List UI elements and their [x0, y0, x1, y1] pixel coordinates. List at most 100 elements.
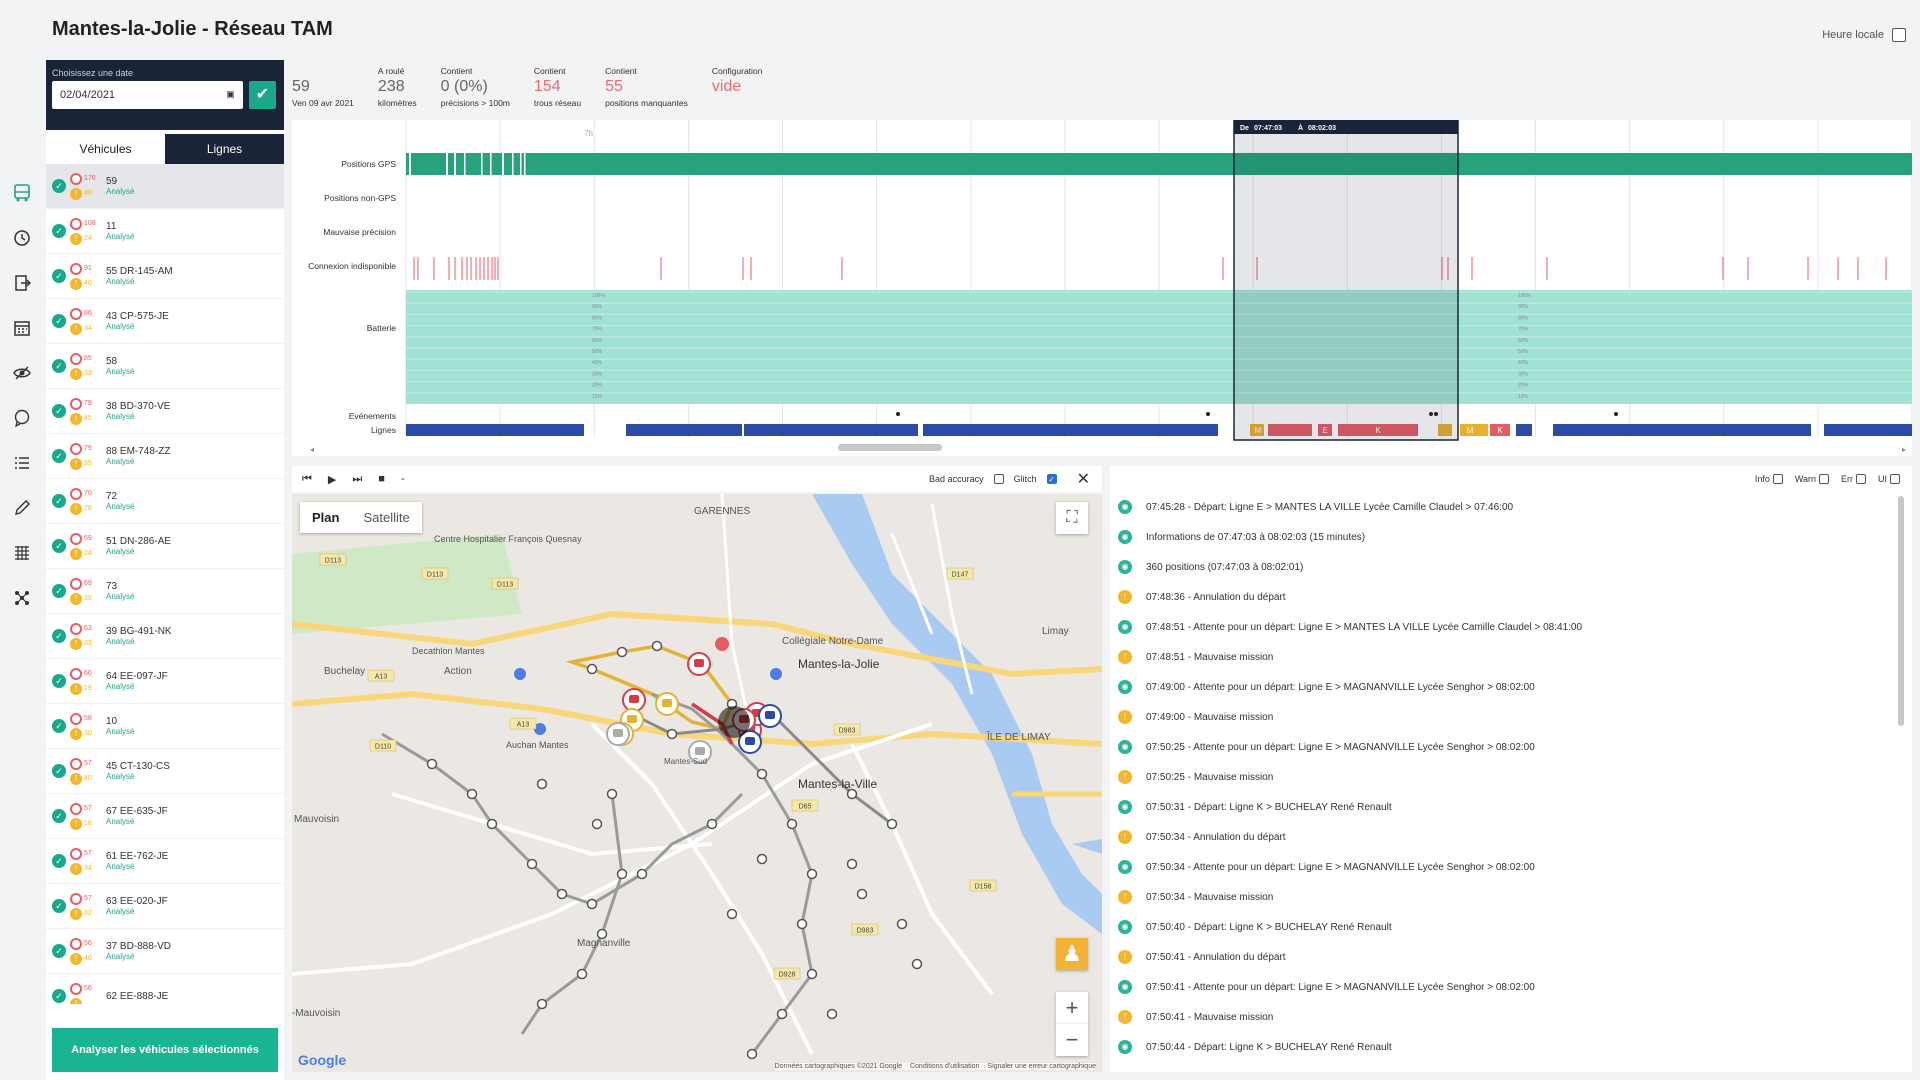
vehicle-item[interactable]: ✓ 56! 40 37 BD-888-VD Analysé [46, 929, 284, 974]
log-entry[interactable]: ! 07:50:41 - Annulation du départ [1110, 942, 1912, 972]
stop-marker[interactable] [896, 918, 908, 930]
log-entry[interactable]: ◉ 07:50:41 - Attente pour un départ: Lign… [1110, 972, 1912, 1002]
map-terms-link[interactable]: Conditions d'utilisation [910, 1063, 979, 1070]
bus-marker[interactable] [758, 704, 782, 728]
stop-marker[interactable] [806, 968, 818, 980]
bus-marker[interactable] [622, 688, 646, 712]
selected-vehicle-marker[interactable] [718, 706, 750, 738]
stop-marker[interactable] [746, 1048, 758, 1060]
vehicle-item[interactable]: ✓ 170! 40 59 Analysé [46, 164, 284, 209]
vehicle-item[interactable]: ✓ 79! 45 38 BD-370-VE Analysé [46, 389, 284, 434]
stop-marker[interactable] [756, 853, 768, 865]
zoom-in-button[interactable]: + [1056, 992, 1088, 1024]
vehicle-item[interactable]: ✓ 86! 34 43 CP-575-JE Analysé [46, 299, 284, 344]
gps-bar[interactable] [406, 153, 1912, 175]
vehicle-item[interactable]: ✓ 57! 18 67 EE-635-JF Analysé [46, 794, 284, 839]
stop-marker[interactable] [806, 868, 818, 880]
log-entry[interactable]: ! 07:50:41 - Mauvaise mission [1110, 1002, 1912, 1032]
close-icon[interactable]: ✕ [1077, 469, 1090, 489]
analyze-vehicles-button[interactable]: Analyser les véhicules sélectionnés [52, 1028, 278, 1072]
ok-check-icon[interactable]: ✓ [52, 314, 66, 328]
log-entry[interactable]: ! 07:48:36 - Annulation du départ [1110, 582, 1912, 612]
stop-icon[interactable]: ■ [378, 473, 385, 485]
ok-check-icon[interactable]: ✓ [52, 809, 66, 823]
calendar-icon[interactable] [0, 305, 44, 350]
bus-marker[interactable] [655, 692, 679, 716]
vehicle-item[interactable]: ✓ 69! 24 51 DN-286-AE Analysé [46, 524, 284, 569]
stop-marker[interactable] [466, 788, 478, 800]
tab-satellite[interactable]: Satellite [351, 502, 421, 533]
line-segment[interactable] [1553, 424, 1811, 436]
prev-icon[interactable]: ⏮ [302, 473, 312, 486]
confirm-date-button[interactable]: ✔ [248, 81, 276, 109]
vehicle-item[interactable]: ✓ 63! 33 39 BG-491-NK Analysé [46, 614, 284, 659]
stop-marker[interactable] [586, 898, 598, 910]
event-dot[interactable] [1614, 412, 1618, 416]
log-entry[interactable]: ◉ 07:49:00 - Attente pour un départ: Lign… [1110, 672, 1912, 702]
log-entry[interactable]: ◉ 07:50:31 - Départ: Ligne K > BUCHELAY R… [1110, 792, 1912, 822]
log-entry[interactable]: ◉ Informations de 07:47:03 à 08:02:03 (15… [1110, 522, 1912, 552]
stop-marker[interactable] [911, 958, 923, 970]
stop-marker[interactable] [556, 888, 568, 900]
bus-marker[interactable] [606, 722, 630, 746]
stop-marker[interactable] [826, 1008, 838, 1020]
log-filter-checkbox[interactable] [1772, 474, 1783, 484]
speed-value[interactable]: - [401, 473, 405, 485]
ok-check-icon[interactable]: ✓ [52, 179, 66, 193]
stop-marker[interactable] [426, 758, 438, 770]
timeline-chart[interactable]: Positions GPS Positions non-GPS Mauvaise p… [292, 119, 1913, 456]
stop-marker[interactable] [536, 998, 548, 1010]
stop-marker[interactable] [536, 778, 548, 790]
log-entry[interactable]: ◉ 07:45:28 - Départ: Ligne E > MANTES LA … [1110, 492, 1912, 522]
zoom-out-button[interactable]: − [1056, 1024, 1088, 1056]
ok-check-icon[interactable]: ✓ [52, 854, 66, 868]
vehicle-item[interactable]: ✓ 57! 40 45 CT-130-CS Analysé [46, 749, 284, 794]
vehicle-item[interactable]: ✓ 58! 30 10 Analysé [46, 704, 284, 749]
map-canvas[interactable]: GARENNES Centre Hospitalier François Ques… [292, 494, 1102, 1072]
stop-marker[interactable] [576, 968, 588, 980]
tab-vehicles[interactable]: Véhicules [46, 134, 165, 164]
stop-marker[interactable] [856, 888, 868, 900]
store-pin[interactable] [514, 668, 526, 680]
next-icon[interactable]: ⏭ [352, 473, 362, 486]
stop-marker[interactable] [486, 818, 498, 830]
bus-icon[interactable] [0, 170, 44, 215]
log-filter-ui[interactable]: UI [1878, 474, 1900, 484]
ok-check-icon[interactable]: ✓ [52, 674, 66, 688]
scroll-left-icon[interactable]: ◂ [310, 445, 314, 454]
log-filter-warn[interactable]: Warn [1795, 474, 1829, 484]
ok-check-icon[interactable]: ✓ [52, 719, 66, 733]
local-time-toggle[interactable]: Heure locale [1822, 28, 1906, 42]
ok-check-icon[interactable]: ✓ [52, 494, 66, 508]
log-entry[interactable]: ! 07:48:51 - Mauvaise mission [1110, 642, 1912, 672]
ok-check-icon[interactable]: ✓ [52, 629, 66, 643]
stop-marker[interactable] [586, 663, 598, 675]
vehicle-item[interactable]: ✓ 56! 62 EE-888-JE [46, 974, 284, 1004]
timeline-scrollbar[interactable] [838, 444, 942, 451]
line-segment[interactable] [626, 424, 742, 436]
stop-marker[interactable] [526, 858, 538, 870]
vehicle-item[interactable]: ✓ 70! 28 72 Analysé [46, 479, 284, 524]
ok-check-icon[interactable]: ✓ [52, 584, 66, 598]
vehicle-item[interactable]: ✓ 69! 39 73 Analysé [46, 569, 284, 614]
log-entry[interactable]: ◉ 07:50:25 - Attente pour un départ: Lign… [1110, 732, 1912, 762]
vehicle-item[interactable]: ✓ 91! 40 55 DR-145-AM Analysé [46, 254, 284, 299]
line-segment[interactable] [744, 424, 918, 436]
stop-marker[interactable] [636, 868, 648, 880]
log-entry[interactable]: ! 07:50:34 - Annulation du départ [1110, 822, 1912, 852]
stop-marker[interactable] [846, 858, 858, 870]
line-segment[interactable] [406, 424, 584, 436]
event-dot[interactable] [896, 412, 900, 416]
church-pin[interactable] [770, 668, 782, 680]
stop-marker[interactable] [886, 818, 898, 830]
stop-marker[interactable] [776, 1008, 788, 1020]
map-report-link[interactable]: Signaler une erreur cartographique [987, 1063, 1096, 1070]
log-filter-checkbox[interactable] [1890, 474, 1900, 484]
calendar-icon[interactable]: ▣ [226, 89, 235, 101]
log-entry[interactable]: ◉ 07:50:34 - Attente pour un départ: Lign… [1110, 852, 1912, 882]
log-entry[interactable]: ◉ 07:48:51 - Attente pour un départ: Lign… [1110, 612, 1912, 642]
glitch-checkbox[interactable]: ✓ [1046, 474, 1057, 484]
grid-icon[interactable] [0, 530, 44, 575]
log-entry[interactable]: ! 07:50:25 - Mauvaise mission [1110, 762, 1912, 792]
stop-marker[interactable] [796, 918, 808, 930]
